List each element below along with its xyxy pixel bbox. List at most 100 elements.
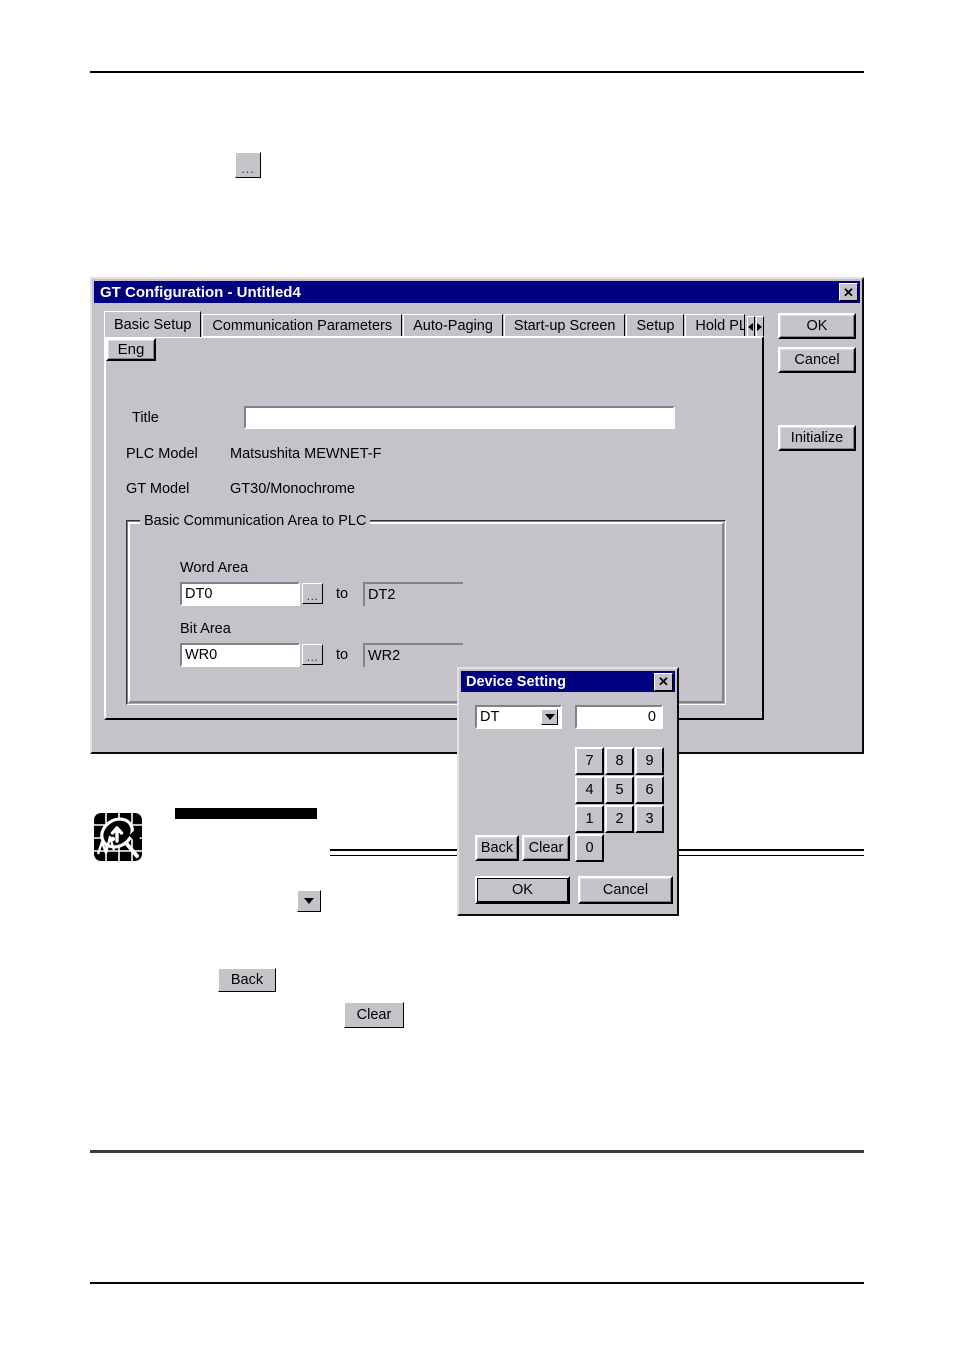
section-divider-rule [90,1150,864,1153]
bit-area-to-label: to [336,647,349,663]
keypad-key-label: 1 [585,810,594,827]
bit-area-browse-label: ... [306,650,319,664]
keypad-key-label: 8 [615,752,624,769]
device-setting-back-button[interactable]: Back [475,835,519,861]
gt-configuration-window: GT Configuration - Untitled4 ✕ Basic Set… [90,277,864,916]
tab-basic-setup[interactable]: Basic Setup [104,311,202,337]
tab-start-up-screen[interactable]: Start-up Screen [503,314,626,337]
device-setting-title: Device Setting [466,673,566,690]
word-area-to-label: to [336,586,349,602]
keypad-key-label: 5 [615,781,624,798]
bit-area-end-field: WR2 [363,643,463,667]
device-type-value: DT [480,709,500,725]
word-area-browse-button[interactable]: ... [302,583,323,604]
tab-label: Start-up Screen [513,318,616,334]
tab-scroll-next-button[interactable] [755,316,764,337]
keypad-key-label: 9 [645,752,654,769]
tab-strip: Basic Setup Communication Parameters Aut… [104,311,764,337]
cancel-button[interactable]: Cancel [778,347,856,373]
chevron-down-icon[interactable] [541,709,558,725]
device-address-value: 0 [647,709,656,725]
device-setting-titlebar[interactable]: Device Setting ✕ [461,671,675,692]
ellipsis-button-label: ... [241,161,255,176]
keypad-key-2[interactable]: 2 [605,805,634,833]
inline-dropdown-button[interactable] [297,890,321,912]
initialize-button[interactable]: Initialize [778,425,856,451]
ok-button[interactable]: OK [778,313,856,339]
gt-window-button-column: OK Cancel Initialize [778,313,856,459]
inline-clear-button-label: Clear [356,1006,392,1023]
keypad-key-5[interactable]: 5 [605,776,634,804]
tab-scroll-prev-button[interactable] [746,316,755,337]
keypad-key-label: 6 [645,781,654,798]
tab-label: Communication Parameters [212,318,393,334]
keypad-key-3[interactable]: 3 [635,805,664,833]
chevron-down-icon [304,898,314,904]
bit-area-start-value: WR0 [185,647,218,663]
bit-area-start-input[interactable]: WR0 [180,643,300,667]
gt-window-title: GT Configuration - Untitled4 [100,283,301,301]
ok-button-label: OK [477,878,568,902]
inline-clear-button[interactable]: Clear [344,1002,404,1028]
device-setting-cancel-button[interactable]: Cancel [578,876,673,904]
tab-setup[interactable]: Setup [626,314,685,337]
keypad-key-0[interactable]: 0 [575,834,604,862]
page-footer-rule [90,1282,864,1284]
keypad-row: 0 [575,834,668,863]
cancel-button-label: Cancel [780,349,854,371]
gt-window-titlebar[interactable]: GT Configuration - Untitled4 ✕ [94,281,860,303]
device-setting-dialog: Device Setting ✕ DT 0 7 8 9 4 5 6 1 2 3 … [457,667,679,916]
group-legend: Basic Communication Area to PLC [140,513,371,529]
word-area-end-value: DT2 [368,587,396,603]
numeric-keypad: 7 8 9 4 5 6 1 2 3 0 [575,747,668,863]
word-area-end-field: DT2 [363,582,463,606]
keypad-row: 7 8 9 [575,747,668,776]
page-header-rule [90,71,864,73]
close-icon[interactable]: ✕ [839,283,858,301]
tab-communication-parameters[interactable]: Communication Parameters [202,314,403,337]
eng-language-button[interactable]: Eng [106,338,156,361]
bit-area-browse-button[interactable]: ... [302,644,323,665]
device-address-input[interactable]: 0 [575,705,663,729]
tab-label: Auto-Paging [413,318,493,334]
chevron-left-icon [748,322,754,331]
keypad-key-4[interactable]: 4 [575,776,604,804]
keypad-row: 1 2 3 [575,805,668,834]
eng-button-label: Eng [108,340,154,359]
redacted-heading-bar [175,808,317,819]
ellipsis-browse-button[interactable]: ... [235,152,261,178]
device-setting-clear-button[interactable]: Clear [522,835,570,861]
ok-button-label: OK [780,315,854,337]
tab-auto-paging[interactable]: Auto-Paging [403,314,503,337]
word-area-start-value: DT0 [185,586,213,602]
arrow-down-glyph [544,714,555,720]
plc-model-value: Matsushita MEWNET-F [230,446,382,462]
bit-area-end-value: WR2 [368,648,401,664]
word-area-start-input[interactable]: DT0 [180,582,300,606]
tab-label: Basic Setup [114,316,192,333]
keypad-key-1[interactable]: 1 [575,805,604,833]
keypad-key-7[interactable]: 7 [575,747,604,775]
cancel-button-label: Cancel [580,878,671,902]
keypad-key-label: 4 [585,781,594,798]
close-icon[interactable]: ✕ [654,672,673,691]
word-area-label: Word Area [180,560,249,576]
tab-hold-plc-device[interactable]: Hold PLC Devi [685,314,745,337]
back-button-label: Back [477,837,517,859]
initialize-button-label: Initialize [780,427,854,449]
title-input[interactable] [244,406,675,429]
inline-back-button-label: Back [230,971,264,988]
keypad-row: 4 5 6 [575,776,668,805]
title-label: Title [132,410,159,426]
keypad-key-label: 7 [585,752,594,769]
inline-back-button[interactable]: Back [218,968,276,992]
keypad-key-9[interactable]: 9 [635,747,664,775]
device-type-combo[interactable]: DT [475,705,562,729]
keypad-key-8[interactable]: 8 [605,747,634,775]
clear-button-label: Clear [524,837,568,859]
device-setting-ok-button[interactable]: OK [475,876,570,904]
keypad-key-label: 0 [585,839,594,856]
keypad-key-6[interactable]: 6 [635,776,664,804]
keypad-key-label: 3 [645,810,654,827]
plc-model-label: PLC Model [126,446,198,462]
